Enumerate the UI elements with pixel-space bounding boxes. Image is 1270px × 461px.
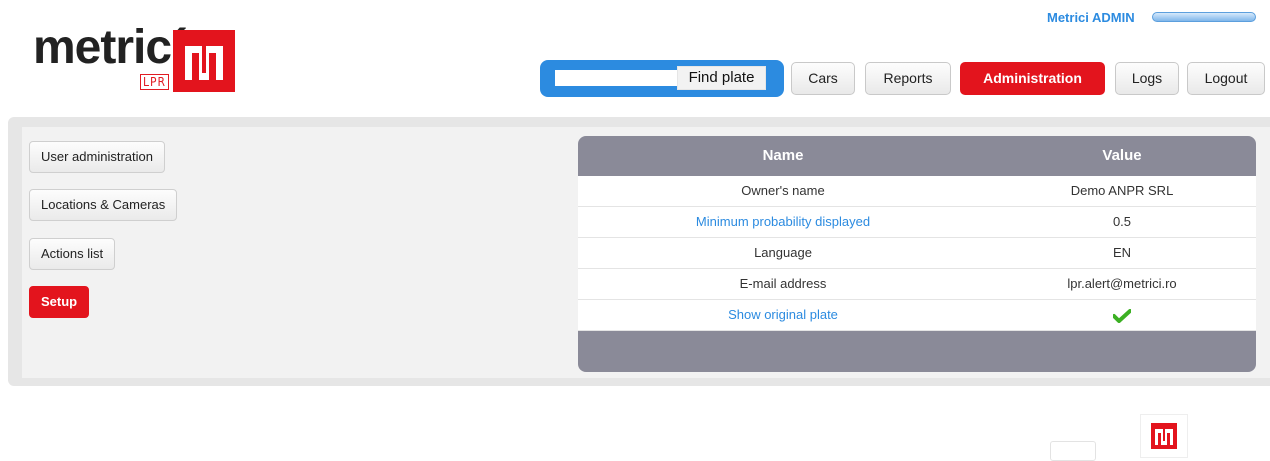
find-plate-button[interactable]: Find plate — [677, 66, 766, 90]
setting-value: lpr.alert@metrici.ro — [1067, 276, 1177, 291]
setting-value: EN — [1112, 245, 1132, 260]
check-icon — [1113, 308, 1131, 323]
plate-search: Find plate — [540, 60, 784, 97]
setting-name-link[interactable]: Show original plate — [578, 300, 988, 330]
nav-cars-button[interactable]: Cars — [791, 62, 855, 95]
panel-content: User administration Locations & Cameras … — [22, 127, 1270, 378]
setting-value: 0.5 — [1112, 214, 1132, 229]
table-row: E-mail address lpr.alert@metrici.ro — [578, 269, 1256, 300]
setting-name-link[interactable]: Minimum probability displayed — [578, 207, 988, 237]
setting-name: Language — [754, 245, 812, 260]
header: metricí LPR Metrici ADMIN Find plate Car… — [0, 0, 1270, 110]
table-row[interactable]: Minimum probability displayed 0.5 — [578, 207, 1256, 238]
table-row[interactable]: Show original plate — [578, 300, 1256, 331]
nav-logs-button[interactable]: Logs — [1115, 62, 1179, 95]
logo-wordmark: metricí — [33, 21, 184, 74]
column-header-name: Name — [762, 147, 804, 164]
nav-reports-button[interactable]: Reports — [865, 62, 951, 95]
main-panel: User administration Locations & Cameras … — [8, 117, 1270, 386]
setting-name: E-mail address — [739, 276, 827, 291]
setting-name: Owner's name — [741, 183, 825, 198]
table-row: Language EN — [578, 238, 1256, 269]
footer-logo-icon — [1140, 414, 1188, 458]
nav-logout-button[interactable]: Logout — [1187, 62, 1265, 95]
logo-lpr-label: LPR — [140, 74, 170, 90]
plate-search-input[interactable] — [555, 70, 677, 86]
footer-box — [1050, 441, 1096, 461]
sidebar-item-setup[interactable]: Setup — [29, 286, 90, 318]
logo: metricí LPR — [33, 22, 263, 98]
sidebar-item-user-administration[interactable]: User administration — [29, 141, 165, 173]
user-status-bar — [1152, 12, 1256, 22]
sidebar-item-locations-cameras[interactable]: Locations & Cameras — [29, 189, 178, 221]
user-name[interactable]: Metrici ADMIN — [1047, 10, 1135, 25]
column-header-value: Value — [1102, 147, 1142, 164]
table-body: Owner's name Demo ANPR SRL Minimum proba… — [578, 176, 1256, 331]
setting-value: Demo ANPR SRL — [1070, 183, 1174, 198]
logo-mark-icon — [173, 30, 235, 92]
nav-administration-button[interactable]: Administration — [960, 62, 1105, 95]
setting-value — [988, 300, 1256, 330]
sidebar-item-actions-list[interactable]: Actions list — [29, 238, 116, 270]
table-row: Owner's name Demo ANPR SRL — [578, 176, 1256, 207]
settings-table: Name Value Owner's name Demo ANPR SRL Mi… — [578, 136, 1256, 372]
